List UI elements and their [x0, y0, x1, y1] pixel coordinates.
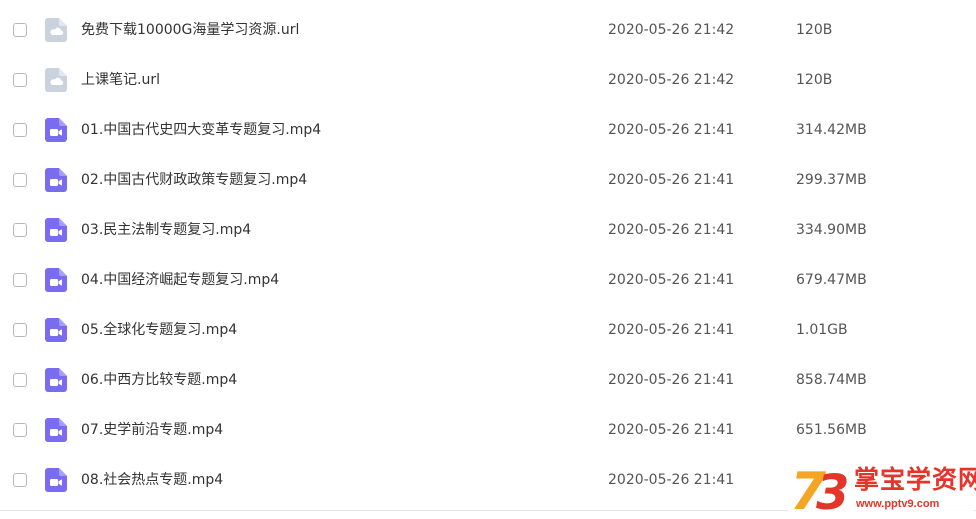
url-file-icon: [45, 18, 67, 42]
row-checkbox[interactable]: [13, 173, 27, 187]
file-size: 299.37MB: [796, 172, 867, 188]
file-row[interactable]: 06.中西方比较专题.mp4 2020-05-26 21:41 858.74MB: [0, 357, 976, 407]
file-name[interactable]: 07.史学前沿专题.mp4: [81, 420, 223, 440]
file-name[interactable]: 08.社会热点专题.mp4: [81, 470, 223, 490]
file-name[interactable]: 02.中国古代财政政策专题复习.mp4: [81, 170, 307, 190]
file-date: 2020-05-26 21:41: [608, 122, 735, 138]
row-checkbox[interactable]: [13, 223, 27, 237]
file-row[interactable]: 04.中国经济崛起专题复习.mp4 2020-05-26 21:41 679.4…: [0, 257, 976, 307]
svg-text:3: 3: [816, 465, 849, 516]
row-checkbox[interactable]: [13, 423, 27, 437]
file-size: 314.42MB: [796, 122, 867, 138]
file-list: 免费下载10000G海量学习资源.url 2020-05-26 21:42 12…: [0, 0, 976, 519]
file-size: 334.90MB: [796, 222, 867, 238]
file-name[interactable]: 05.全球化专题复习.mp4: [81, 320, 237, 340]
file-row[interactable]: 03.民主法制专题复习.mp4 2020-05-26 21:41 334.90M…: [0, 207, 976, 257]
file-row[interactable]: 免费下载10000G海量学习资源.url 2020-05-26 21:42 12…: [0, 7, 976, 57]
file-date: 2020-05-26 21:41: [608, 222, 735, 238]
file-name[interactable]: 上课笔记.url: [81, 70, 160, 90]
video-file-icon: [45, 168, 67, 192]
video-file-icon: [45, 268, 67, 292]
file-size: 1.01GB: [796, 322, 848, 338]
file-date: 2020-05-26 21:41: [608, 322, 735, 338]
row-checkbox[interactable]: [13, 373, 27, 387]
file-size: 858.74MB: [796, 372, 867, 388]
file-date: 2020-05-26 21:41: [608, 372, 735, 388]
watermark: 7 3 掌宝学资网 www.pptv9.com: [788, 462, 976, 516]
row-checkbox[interactable]: [13, 473, 27, 487]
file-date: 2020-05-26 21:41: [608, 472, 735, 488]
video-file-icon: [45, 118, 67, 142]
file-date: 2020-05-26 21:41: [608, 422, 735, 438]
watermark-title: 掌宝学资网: [854, 465, 976, 494]
row-checkbox[interactable]: [13, 23, 27, 37]
watermark-logo-icon: 7 3: [790, 462, 849, 516]
file-name[interactable]: 03.民主法制专题复习.mp4: [81, 220, 251, 240]
file-date: 2020-05-26 21:42: [608, 22, 735, 38]
video-file-icon: [45, 218, 67, 242]
file-name[interactable]: 免费下载10000G海量学习资源.url: [81, 20, 299, 40]
file-date: 2020-05-26 21:42: [608, 72, 735, 88]
file-row[interactable]: 05.全球化专题复习.mp4 2020-05-26 21:41 1.01GB: [0, 307, 976, 357]
file-name[interactable]: 04.中国经济崛起专题复习.mp4: [81, 270, 279, 290]
row-checkbox[interactable]: [13, 123, 27, 137]
row-checkbox[interactable]: [13, 73, 27, 87]
file-row[interactable]: 02.中国古代财政政策专题复习.mp4 2020-05-26 21:41 299…: [0, 157, 976, 207]
file-size: 679.47MB: [796, 272, 867, 288]
video-file-icon: [45, 468, 67, 492]
file-row[interactable]: 07.史学前沿专题.mp4 2020-05-26 21:41 651.56MB: [0, 407, 976, 457]
video-file-icon: [45, 368, 67, 392]
file-name[interactable]: 01.中国古代史四大变革专题复习.mp4: [81, 120, 321, 140]
row-checkbox[interactable]: [13, 273, 27, 287]
file-size: 120B: [796, 22, 833, 38]
file-row[interactable]: 上课笔记.url 2020-05-26 21:42 120B: [0, 57, 976, 107]
file-row[interactable]: 01.中国古代史四大变革专题复习.mp4 2020-05-26 21:41 31…: [0, 107, 976, 157]
video-file-icon: [45, 418, 67, 442]
video-file-icon: [45, 318, 67, 342]
file-size: 120B: [796, 72, 833, 88]
url-file-icon: [45, 68, 67, 92]
file-name[interactable]: 06.中西方比较专题.mp4: [81, 370, 237, 390]
row-checkbox[interactable]: [13, 323, 27, 337]
watermark-url: www.pptv9.com: [856, 498, 940, 510]
file-date: 2020-05-26 21:41: [608, 272, 735, 288]
file-size: 651.56MB: [796, 422, 867, 438]
file-date: 2020-05-26 21:41: [608, 172, 735, 188]
